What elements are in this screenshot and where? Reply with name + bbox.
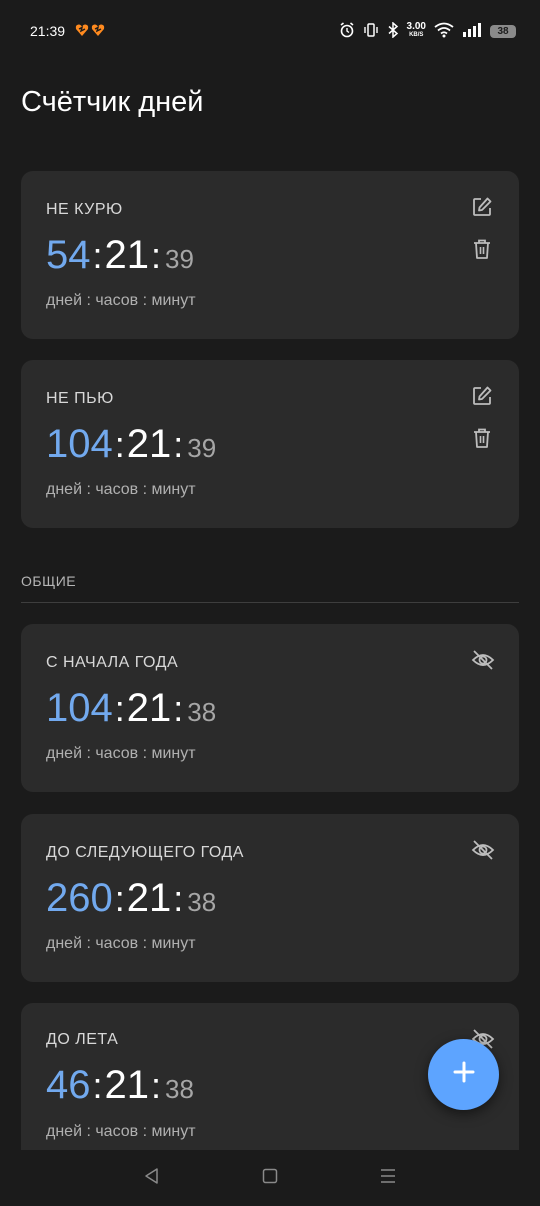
counter-value: 54 : 21 : 39	[46, 233, 194, 278]
counter-card[interactable]: НЕ КУРЮ 54 : 21 : 39 дней : часов : мину…	[21, 171, 519, 339]
status-time: 21:39	[30, 23, 66, 39]
bluetooth-icon	[387, 20, 399, 41]
counter-value: 260 : 21 : 38	[46, 876, 216, 921]
net-speed-unit: KB/S	[409, 32, 424, 38]
counter-separator: :	[151, 235, 162, 276]
counter-units: дней : часов : минут	[46, 292, 196, 309]
edit-icon[interactable]	[468, 193, 496, 221]
plus-icon	[452, 1060, 476, 1089]
counter-days: 260	[46, 876, 113, 920]
vibrate-icon	[363, 22, 379, 41]
add-counter-button[interactable]	[428, 1039, 499, 1110]
counter-hours: 21	[126, 686, 172, 730]
system-nav-bar	[0, 1150, 540, 1206]
counter-value: 104 : 21 : 38	[46, 686, 216, 731]
counter-units: дней : часов : минут	[46, 935, 196, 952]
alarm-icon	[339, 21, 355, 41]
counter-separator: :	[173, 688, 184, 729]
counter-units: дней : часов : минут	[46, 481, 196, 498]
counter-minutes: 39	[165, 244, 194, 274]
counter-separator: :	[114, 878, 125, 919]
wifi-icon	[434, 22, 454, 41]
counter-title: ДО СЛЕДУЮЩЕГО ГОДА	[46, 844, 244, 861]
counter-units: дней : часов : минут	[46, 745, 196, 762]
counter-title: НЕ ПЬЮ	[46, 390, 114, 407]
counter-days: 46	[46, 1063, 91, 1107]
counter-value: 104 : 21 : 39	[46, 422, 216, 467]
counter-card[interactable]: НЕ ПЬЮ 104 : 21 : 39 дней : часов : мину…	[21, 360, 519, 528]
counter-title: С НАЧАЛА ГОДА	[46, 654, 179, 671]
hide-icon[interactable]	[469, 646, 497, 674]
page-title: Счётчик дней	[21, 86, 204, 118]
counter-title: НЕ КУРЮ	[46, 201, 123, 218]
counter-separator: :	[114, 688, 125, 729]
common-counter-card[interactable]: С НАЧАЛА ГОДА 104 : 21 : 38 дней : часов…	[21, 624, 519, 792]
counter-value: 46 : 21 : 38	[46, 1063, 194, 1108]
status-left: 21:39	[30, 23, 105, 40]
signal-icon	[462, 22, 482, 41]
battery-icon: 38	[490, 24, 516, 38]
edit-icon[interactable]	[468, 382, 496, 410]
section-divider	[21, 602, 519, 603]
counter-hours: 21	[126, 422, 172, 466]
counter-hours: 21	[104, 1063, 150, 1107]
counter-separator: :	[151, 1065, 162, 1106]
counter-separator: :	[114, 424, 125, 465]
net-speed-value: 3.00	[406, 21, 426, 32]
counter-hours: 21	[126, 876, 172, 920]
counter-separator: :	[173, 424, 184, 465]
heart-notification-icon	[75, 23, 105, 40]
counter-separator: :	[92, 1065, 103, 1106]
recents-icon[interactable]	[379, 1167, 397, 1190]
back-icon[interactable]	[143, 1167, 161, 1190]
counter-days: 104	[46, 686, 113, 730]
delete-icon[interactable]	[468, 424, 496, 452]
counter-days: 104	[46, 422, 113, 466]
counter-title: ДО ЛЕТА	[46, 1031, 119, 1048]
section-header: ОБЩИЕ	[21, 573, 77, 589]
counter-minutes: 39	[187, 433, 217, 463]
counter-separator: :	[92, 235, 103, 276]
counter-minutes: 38	[187, 697, 217, 727]
counter-minutes: 38	[187, 887, 217, 917]
counter-units: дней : часов : минут	[46, 1123, 196, 1140]
common-counter-card[interactable]: ДО СЛЕДУЮЩЕГО ГОДА 260 : 21 : 38 дней : …	[21, 814, 519, 982]
counter-days: 54	[46, 233, 91, 277]
status-right: 3.00 KB/S 38	[339, 20, 516, 41]
counter-minutes: 38	[165, 1074, 194, 1104]
home-icon[interactable]	[261, 1167, 279, 1190]
hide-icon[interactable]	[469, 836, 497, 864]
status-bar: 21:39 3.00 KB/S 38	[0, 0, 540, 62]
counter-hours: 21	[104, 233, 150, 277]
counter-separator: :	[173, 878, 184, 919]
delete-icon[interactable]	[468, 235, 496, 263]
net-speed: 3.00 KB/S	[406, 21, 426, 39]
